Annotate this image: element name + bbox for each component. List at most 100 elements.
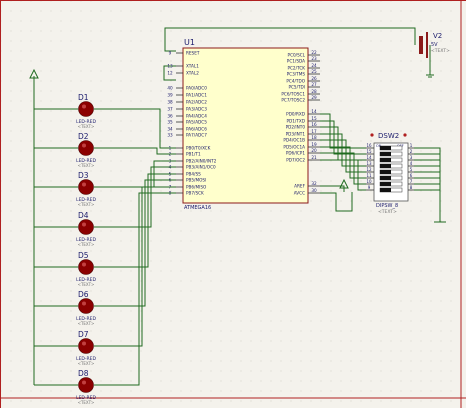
led-ref: D8 — [78, 369, 89, 378]
led-body — [78, 259, 94, 275]
power-value: 5V — [431, 42, 438, 48]
mcu-left-pin-name: PA4/ADC4 — [186, 114, 207, 119]
led-body — [78, 179, 94, 195]
mcu-left-pin-number: 12 — [167, 71, 173, 76]
mcu-right-pin-number: 26 — [311, 76, 317, 81]
mcu-right-pin-number: 16 — [311, 122, 317, 127]
led-text: <TEXT> — [78, 202, 95, 207]
mcu-right-pin-name: PC3/TMS — [287, 72, 306, 77]
dipsw-left-pin-number: 16 — [366, 143, 372, 148]
mcu-left-pin-number: 33 — [167, 133, 173, 138]
mcu-right-pin-name: PC0/SCL — [288, 53, 306, 58]
mcu-right-pin-name: PC5/TDI — [288, 85, 305, 90]
led-text: <TEXT> — [78, 400, 95, 405]
mcu-right-pin-number: 18 — [311, 135, 317, 140]
mcu-right-pin-name: PD0/RXD — [286, 112, 305, 117]
mcu-right-pin-name: PD2/INT0 — [286, 125, 306, 130]
battery-plate-thin — [426, 32, 428, 58]
led-ref: D2 — [78, 132, 89, 141]
battery-plate-thick — [419, 36, 423, 54]
led-text: <TEXT> — [78, 282, 95, 287]
power-ref: V2 — [433, 32, 442, 40]
dipsw-right-pin-number: 6 — [410, 173, 413, 178]
mcu-right-pin-name: PD1/TXD — [287, 119, 305, 124]
mcu-left-pin-name: XTAL1 — [186, 64, 199, 69]
dipsw-toggle-knob[interactable] — [380, 176, 391, 180]
mcu-right-pin-name: PC2/TCK — [287, 66, 305, 71]
dipsw-toggle-knob[interactable] — [380, 170, 391, 174]
mcu-right-pin-name: PD6/ICP1 — [286, 151, 306, 156]
mcu-left-pin-name: RESET — [186, 51, 200, 56]
mcu-left-pin-name: PA3/ADC3 — [186, 107, 207, 112]
mcu-right-pin-number: 23 — [311, 56, 317, 61]
dipsw-right-pin-number: 4 — [410, 161, 413, 166]
dipsw-toggle-knob[interactable] — [380, 152, 391, 156]
led-ref: D6 — [78, 290, 89, 299]
led-highlight — [82, 262, 86, 267]
mcu-right-pin-number: 17 — [311, 129, 317, 134]
mcu-right-pin-number: 20 — [311, 148, 317, 153]
dipsw-left-pin-number: 12 — [366, 167, 372, 172]
led-body — [78, 101, 94, 117]
mcu-left-pin-number: 9 — [169, 51, 172, 56]
mcu-right-pin-number: 15 — [311, 116, 317, 121]
dipsw-right-pin-number: 7 — [410, 179, 413, 184]
led-highlight — [82, 182, 86, 187]
mcu-left-pin-name: PB5/MOSI — [186, 178, 206, 183]
dipsw-toggle-knob[interactable] — [380, 158, 391, 162]
dipsw-toggle-knob[interactable] — [380, 146, 391, 150]
dipsw-part: DIPSW_8 — [376, 203, 398, 209]
mcu-left-pin-name: PA2/ADC2 — [186, 100, 207, 105]
led-body — [78, 377, 94, 393]
led-text: <TEXT> — [78, 242, 95, 247]
led-text: <TEXT> — [78, 124, 95, 129]
dipsw-right-pin-number: 1 — [410, 143, 413, 148]
led-ref: D1 — [78, 93, 89, 102]
dipsw-toggle-knob[interactable] — [380, 188, 391, 192]
dipsw-toggle-knob[interactable] — [380, 182, 391, 186]
led-text: <TEXT> — [78, 163, 95, 168]
mcu-right-pin-name: PD3/INT1 — [286, 132, 306, 137]
dipsw-left-pin-number: 11 — [366, 173, 372, 178]
mcu-ref: U1 — [184, 38, 195, 47]
mcu-right-pin-number: 30 — [311, 188, 317, 193]
mcu-left-pin-name: PB2/AIN0/INT2 — [186, 159, 217, 164]
mcu-left-pin-name: PB0/T0/XCK — [186, 146, 211, 151]
dipsw-toggle-knob[interactable] — [380, 164, 391, 168]
led-text: <TEXT> — [78, 361, 95, 366]
mcu-right-pin-number: 19 — [311, 142, 317, 147]
mcu-left-pin-name: PA5/ADC5 — [186, 120, 207, 125]
mcu-right-pin-number: 21 — [311, 155, 317, 160]
mcu-right-pin-number: 24 — [311, 63, 317, 68]
mcu-right-pin-number: 27 — [311, 82, 317, 87]
mcu-right-pin-name: PD7/OC2 — [286, 158, 305, 163]
mcu-left-pin-name: PB6/MISO — [186, 185, 207, 190]
mcu-right-pin-name: PC7/TOSC2 — [281, 98, 305, 103]
led-ref: D5 — [78, 251, 89, 260]
schematic-canvas[interactable]: V2 5V <TEXT> U1 ATMEGA16 9 RESET13 XTAL112… — [0, 0, 466, 408]
mcu-left-pin-number: 40 — [167, 86, 173, 91]
dipsw-ref: DSW2 — [378, 132, 399, 140]
mcu-left-pin-name: XTAL2 — [186, 71, 199, 76]
mcu-right-pin-name: PC1/SDA — [287, 59, 305, 64]
dipsw-left-pin-number: 9 — [368, 185, 371, 190]
mcu-left-pin-name: PB3/AIN1/OC0 — [186, 165, 216, 170]
dipsw-left-pin-number: 15 — [366, 149, 372, 154]
mcu-right-pin-number: 29 — [311, 95, 317, 100]
led-body — [78, 219, 94, 235]
mcu-right-pin-name: AREF — [294, 184, 305, 189]
mcu-right-pin-name: PC6/TOSC1 — [281, 92, 305, 97]
led-highlight — [82, 143, 86, 148]
mcu-right-pin-number: 14 — [311, 109, 317, 114]
mcu-left-pin-number: 37 — [167, 107, 173, 112]
led-highlight — [82, 341, 86, 346]
dipsw-right-pin-number: 8 — [410, 185, 413, 190]
dipsw-marker-left — [370, 133, 374, 137]
mcu-left-pin-number: 38 — [167, 100, 173, 105]
mcu-right-pin-name: PC4/TDO — [286, 79, 305, 84]
mcu-right-pin-name: PD5/OC1A — [283, 145, 305, 150]
mcu-chip[interactable]: U1 ATMEGA16 9 RESET 13 XTAL1 12 XTAL2 40 PA0/AD… — [167, 38, 320, 211]
mcu-right-pin-number: 32 — [311, 181, 317, 186]
dipsw-right-pin-number: 5 — [410, 167, 413, 172]
dipsw-right-pin-number: 3 — [410, 155, 413, 160]
